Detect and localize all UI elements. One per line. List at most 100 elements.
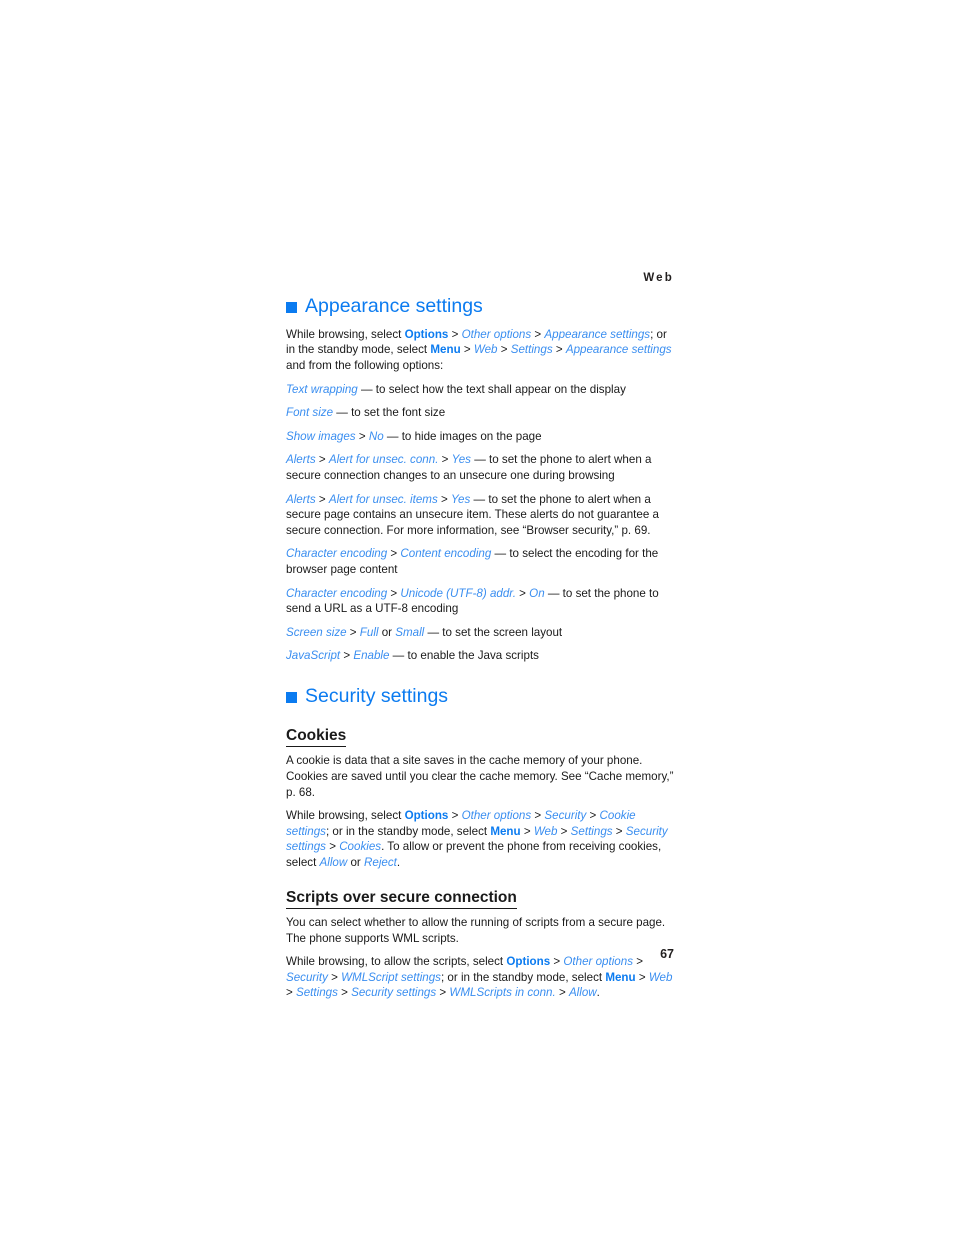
text-run: > <box>520 824 534 838</box>
ui-term: WMLScripts in conn. <box>449 986 556 1000</box>
text-run: ; or in the standby mode, select <box>325 824 491 838</box>
ui-term: Other options <box>461 809 532 823</box>
text-run: > <box>448 327 462 341</box>
text-run: > <box>586 809 600 823</box>
text-run: > <box>555 986 569 1000</box>
section-heading-appearance-settings: Appearance settings <box>286 295 676 318</box>
ui-term: On <box>529 586 545 600</box>
option-character-encoding-unicode: Character encoding > Unicode (UTF-8) add… <box>286 586 676 617</box>
ui-term: Character encoding <box>286 547 388 561</box>
option-text-wrapping: Text wrapping — to select how the text s… <box>286 382 676 398</box>
option-screen-size: Screen size > Full or Small — to set the… <box>286 625 676 641</box>
ui-term: Text wrapping <box>286 382 358 396</box>
text-run: > <box>387 586 401 600</box>
square-bullet-icon <box>286 302 297 314</box>
ui-term: Menu <box>605 970 636 984</box>
cookies-description-paragraph: A cookie is data that a site saves in th… <box>286 753 676 800</box>
text-run: > <box>448 809 462 823</box>
ui-term: Alert for unsec. conn. <box>328 453 439 467</box>
text-run: . <box>396 855 401 869</box>
ui-term: JavaScript <box>286 649 341 663</box>
page-number: 67 <box>660 947 674 961</box>
manual-page: Web Appearance settings While browsing, … <box>0 0 954 1235</box>
text-run: > <box>460 343 474 357</box>
ui-term: Small <box>395 625 425 639</box>
ui-term: Unicode (UTF-8) addr. <box>400 586 516 600</box>
text-run: A cookie is data that a site saves in th… <box>286 754 674 799</box>
option-alerts-unsec-items: Alerts > Alert for unsec. items > Yes — … <box>286 492 676 539</box>
running-header: Web <box>643 272 674 284</box>
ui-term: Web <box>473 343 498 357</box>
text-run: While browsing, select <box>286 327 405 341</box>
ui-term: Font size <box>286 406 334 420</box>
text-run: > <box>340 649 354 663</box>
text-run: or <box>378 625 396 639</box>
appearance-intro-paragraph: While browsing, select Options > Other o… <box>286 327 676 374</box>
ui-term: Web <box>648 970 673 984</box>
ui-term: Alerts <box>286 492 316 506</box>
text-run: and from the following options: <box>286 359 444 373</box>
ui-term: Security <box>286 970 328 984</box>
subheading-cookies: Cookies <box>286 727 347 748</box>
option-character-encoding-content: Character encoding > Content encoding — … <box>286 546 676 577</box>
ui-term: Show images <box>286 429 356 443</box>
text-run: or <box>347 855 364 869</box>
text-run: > <box>437 492 451 506</box>
text-run: > <box>635 970 649 984</box>
ui-term: Yes <box>451 453 471 467</box>
ui-term: Full <box>359 625 379 639</box>
text-run: > <box>315 492 329 506</box>
ui-term: Allow <box>319 855 348 869</box>
text-run: > <box>325 840 340 854</box>
text-run: > <box>346 625 360 639</box>
text-run: > <box>387 547 401 561</box>
text-run: — to select how the text shall appear on… <box>357 382 626 396</box>
ui-term: Options <box>404 809 449 823</box>
ui-term: Settings <box>510 343 553 357</box>
ui-term: Appearance settings <box>544 327 651 341</box>
ui-term: Other options <box>461 327 532 341</box>
ui-term: Character encoding <box>286 586 388 600</box>
ui-term: Reject <box>364 855 397 869</box>
text-run: > <box>315 453 329 467</box>
scripts-description-paragraph: You can select whether to allow the runn… <box>286 915 676 946</box>
text-run: > <box>327 970 342 984</box>
text-run: > <box>612 824 626 838</box>
ui-term: Enable <box>353 649 390 663</box>
ui-term: Menu <box>430 343 461 357</box>
cookies-path-paragraph: While browsing, select Options > Other o… <box>286 808 676 870</box>
ui-term: Settings <box>296 986 338 1000</box>
text-run: > <box>557 824 571 838</box>
text-run: While browsing, select <box>286 809 405 823</box>
square-bullet-icon <box>286 692 297 704</box>
ui-term: Alert for unsec. items <box>328 492 438 506</box>
text-run: — to hide images on the page <box>383 429 542 443</box>
text-run: > <box>515 586 530 600</box>
text-run: > <box>436 986 450 1000</box>
text-run: > <box>355 429 369 443</box>
subheading-cookies-wrap: Cookies <box>286 717 676 754</box>
section-heading-label: Appearance settings <box>305 295 483 317</box>
ui-term: Web <box>533 824 558 838</box>
ui-term: Alerts <box>286 453 316 467</box>
ui-term: Security settings <box>351 986 437 1000</box>
option-show-images: Show images > No — to hide images on the… <box>286 429 676 445</box>
ui-term: No <box>368 429 384 443</box>
ui-term: Appearance settings <box>565 343 672 357</box>
ui-term: Yes <box>450 492 471 506</box>
text-run: — to set the screen layout <box>424 625 563 639</box>
option-alerts-unsec-conn: Alerts > Alert for unsec. conn. > Yes — … <box>286 452 676 483</box>
subheading-scripts-wrap: Scripts over secure connection <box>286 879 676 916</box>
ui-term: Cookies <box>339 840 382 854</box>
page-content: Appearance settings While browsing, sele… <box>286 295 676 1009</box>
section-heading-label: Security settings <box>305 684 449 707</box>
ui-term: Menu <box>490 824 521 838</box>
text-run: > <box>531 809 545 823</box>
option-font-size: Font size — to set the font size <box>286 405 676 421</box>
text-run: You can select whether to allow the runn… <box>286 916 666 945</box>
text-run: > <box>531 327 545 341</box>
text-run: > <box>497 343 511 357</box>
ui-term: Content encoding <box>400 547 492 561</box>
option-javascript: JavaScript > Enable — to enable the Java… <box>286 648 676 664</box>
text-run: — to set the font size <box>333 406 446 420</box>
